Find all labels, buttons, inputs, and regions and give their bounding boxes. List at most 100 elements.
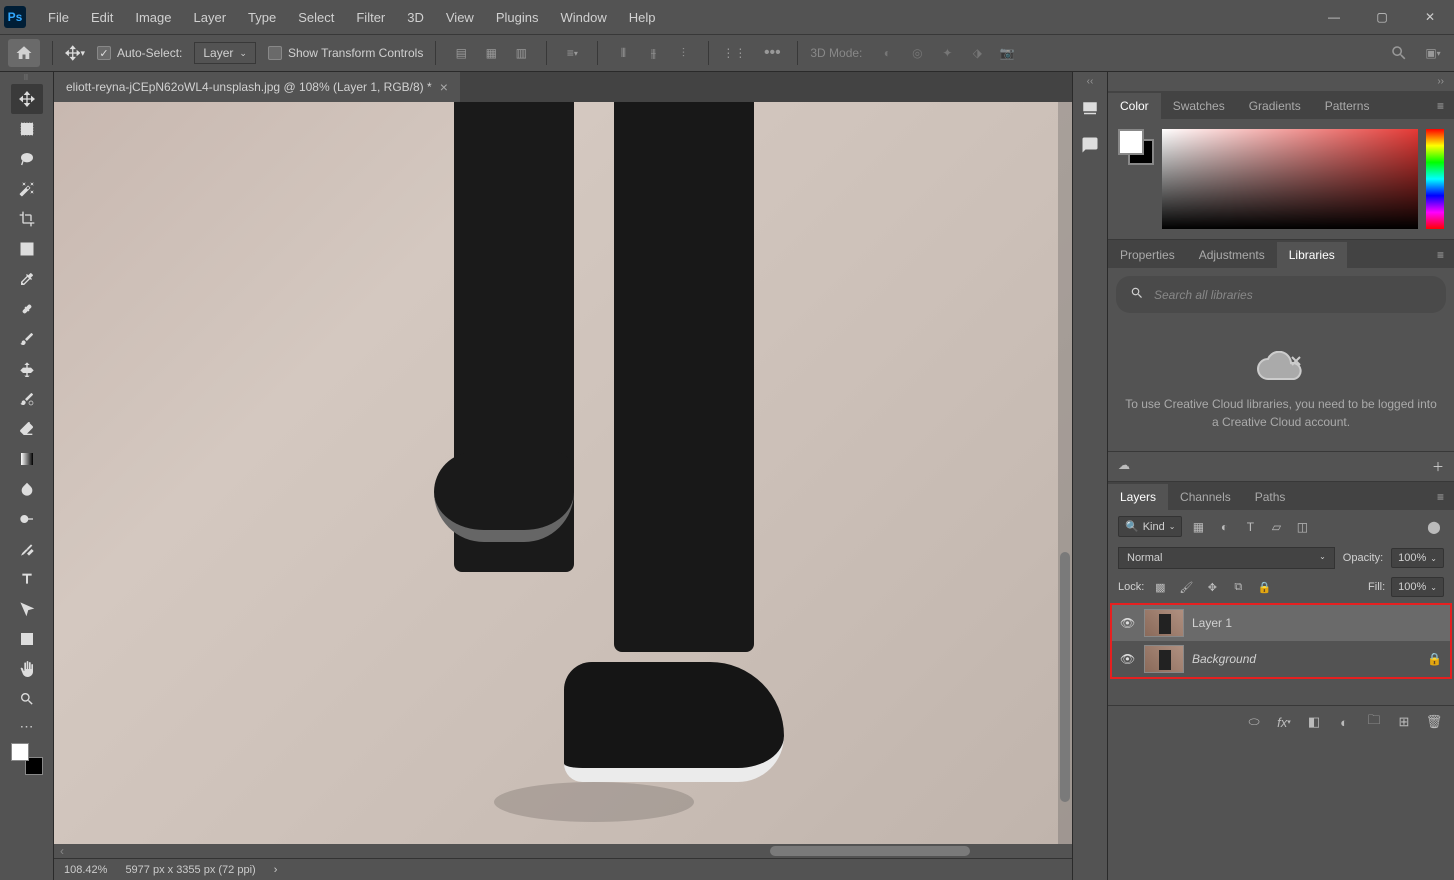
align-center-h-icon[interactable]: ▦ bbox=[478, 40, 504, 66]
panel-menu-icon[interactable]: ≡ bbox=[1427, 93, 1454, 119]
layer-name[interactable]: Background bbox=[1192, 652, 1256, 666]
new-layer-icon[interactable]: ⊞ bbox=[1394, 712, 1414, 732]
zoom-tool[interactable] bbox=[11, 684, 43, 714]
blur-tool[interactable] bbox=[11, 474, 43, 504]
auto-select-target-dropdown[interactable]: Layer⌄ bbox=[194, 42, 256, 64]
lock-artboard-icon[interactable]: ⧉ bbox=[1228, 578, 1248, 596]
libraries-search[interactable]: Search all libraries bbox=[1116, 276, 1446, 313]
layer-item[interactable]: 👁 Layer 1 bbox=[1112, 605, 1450, 641]
panel-menu-icon[interactable]: ≡ bbox=[1427, 484, 1454, 510]
panel-grip[interactable]: ⠿ bbox=[23, 74, 29, 82]
menu-window[interactable]: Window bbox=[550, 4, 616, 31]
menu-file[interactable]: File bbox=[38, 4, 79, 31]
filter-toggle-icon[interactable]: ⬤ bbox=[1424, 517, 1444, 537]
eyedropper-tool[interactable] bbox=[11, 264, 43, 294]
group-icon[interactable]: 🗀 bbox=[1364, 712, 1384, 732]
expand-panels-icon[interactable]: ‹‹ bbox=[1087, 76, 1094, 87]
tab-gradients[interactable]: Gradients bbox=[1237, 93, 1313, 119]
close-button[interactable]: ✕ bbox=[1410, 5, 1450, 29]
move-tool[interactable] bbox=[11, 84, 43, 114]
gradient-tool[interactable] bbox=[11, 444, 43, 474]
menu-select[interactable]: Select bbox=[288, 4, 344, 31]
opacity-input[interactable]: 100% ⌄ bbox=[1391, 548, 1444, 568]
zoom-level[interactable]: 108.42% bbox=[64, 864, 107, 876]
filter-shape-icon[interactable]: ▱ bbox=[1266, 517, 1286, 537]
menu-layer[interactable]: Layer bbox=[184, 4, 237, 31]
menu-type[interactable]: Type bbox=[238, 4, 286, 31]
tab-channels[interactable]: Channels bbox=[1168, 484, 1243, 510]
color-fg-bg-swatch[interactable] bbox=[1118, 129, 1154, 165]
layer-mask-icon[interactable]: ◧ bbox=[1304, 712, 1324, 732]
comments-panel-icon[interactable] bbox=[1076, 131, 1104, 159]
layer-filter-kind-dropdown[interactable]: 🔍 Kind ⌄ bbox=[1118, 516, 1182, 537]
marquee-tool[interactable] bbox=[11, 114, 43, 144]
magic-wand-tool[interactable] bbox=[11, 174, 43, 204]
delete-layer-icon[interactable]: 🗑 bbox=[1424, 712, 1444, 732]
distribute-top-icon[interactable]: ⫴ bbox=[610, 40, 636, 66]
status-chevron-icon[interactable]: › bbox=[274, 864, 278, 876]
menu-edit[interactable]: Edit bbox=[81, 4, 123, 31]
tab-adjustments[interactable]: Adjustments bbox=[1187, 242, 1277, 268]
menu-filter[interactable]: Filter bbox=[346, 4, 395, 31]
lock-transparency-icon[interactable]: ▩ bbox=[1150, 578, 1170, 596]
collapse-panels-icon[interactable]: ›› bbox=[1108, 72, 1454, 91]
more-options-icon[interactable]: ••• bbox=[759, 40, 785, 66]
filter-type-icon[interactable]: T bbox=[1240, 517, 1260, 537]
home-button[interactable] bbox=[8, 39, 40, 67]
search-icon[interactable] bbox=[1386, 40, 1412, 66]
vertical-scrollbar[interactable] bbox=[1058, 102, 1072, 844]
align-more-icon[interactable]: ≡ ▾ bbox=[559, 40, 585, 66]
menu-plugins[interactable]: Plugins bbox=[486, 4, 549, 31]
hue-slider[interactable] bbox=[1426, 129, 1444, 229]
distribute-more-icon[interactable]: ⋮⋮ bbox=[721, 40, 747, 66]
path-selection-tool[interactable] bbox=[11, 594, 43, 624]
pen-tool[interactable] bbox=[11, 534, 43, 564]
horizontal-scrollbar[interactable]: ‹ bbox=[54, 844, 1072, 858]
layer-thumbnail[interactable] bbox=[1144, 645, 1184, 673]
layer-style-icon[interactable]: fx▾ bbox=[1274, 712, 1294, 732]
tab-patterns[interactable]: Patterns bbox=[1313, 93, 1382, 119]
clone-stamp-tool[interactable] bbox=[11, 354, 43, 384]
type-tool[interactable] bbox=[11, 564, 43, 594]
filter-pixel-icon[interactable]: ▦ bbox=[1188, 517, 1208, 537]
auto-select-checkbox[interactable] bbox=[97, 46, 111, 60]
history-panel-icon[interactable] bbox=[1076, 95, 1104, 123]
adjustment-layer-icon[interactable]: ◐ bbox=[1334, 712, 1354, 732]
rectangle-tool[interactable] bbox=[11, 624, 43, 654]
tab-libraries[interactable]: Libraries bbox=[1277, 242, 1347, 268]
frame-tool[interactable] bbox=[11, 234, 43, 264]
dodge-tool[interactable] bbox=[11, 504, 43, 534]
healing-brush-tool[interactable] bbox=[11, 294, 43, 324]
edit-toolbar-icon[interactable]: ⋯ bbox=[20, 718, 34, 735]
maximize-button[interactable]: ▢ bbox=[1362, 5, 1402, 29]
lasso-tool[interactable] bbox=[11, 144, 43, 174]
lock-image-icon[interactable]: 🖌 bbox=[1176, 578, 1196, 596]
workspace-icon[interactable]: ▣ ▾ bbox=[1420, 40, 1446, 66]
eraser-tool[interactable] bbox=[11, 414, 43, 444]
minimize-button[interactable]: — bbox=[1314, 5, 1354, 29]
panel-menu-icon[interactable]: ≡ bbox=[1427, 242, 1454, 268]
lock-indicator-icon[interactable]: 🔒 bbox=[1427, 652, 1442, 666]
menu-view[interactable]: View bbox=[436, 4, 484, 31]
cloud-sync-icon[interactable]: ☁ bbox=[1118, 458, 1130, 475]
close-tab-icon[interactable]: × bbox=[440, 79, 448, 95]
visibility-toggle-icon[interactable]: 👁 bbox=[1120, 652, 1136, 666]
lock-all-icon[interactable]: 🔒 bbox=[1254, 578, 1274, 596]
distribute-bottom-icon[interactable]: ⫶ bbox=[670, 40, 696, 66]
tab-swatches[interactable]: Swatches bbox=[1161, 93, 1237, 119]
lock-position-icon[interactable]: ✥ bbox=[1202, 578, 1222, 596]
distribute-center-v-icon[interactable]: ⫵ bbox=[640, 40, 666, 66]
show-transform-checkbox[interactable] bbox=[268, 46, 282, 60]
move-tool-icon[interactable]: ▾ bbox=[65, 43, 85, 63]
menu-help[interactable]: Help bbox=[619, 4, 666, 31]
canvas[interactable] bbox=[54, 102, 1072, 844]
visibility-toggle-icon[interactable]: 👁 bbox=[1120, 616, 1136, 630]
filter-smart-icon[interactable]: ◫ bbox=[1292, 517, 1312, 537]
color-field[interactable] bbox=[1162, 129, 1418, 229]
hand-tool[interactable] bbox=[11, 654, 43, 684]
foreground-background-colors[interactable] bbox=[11, 743, 43, 775]
layer-thumbnail[interactable] bbox=[1144, 609, 1184, 637]
tab-layers[interactable]: Layers bbox=[1108, 484, 1168, 510]
link-layers-icon[interactable]: ⬭ bbox=[1244, 712, 1264, 732]
crop-tool[interactable] bbox=[11, 204, 43, 234]
